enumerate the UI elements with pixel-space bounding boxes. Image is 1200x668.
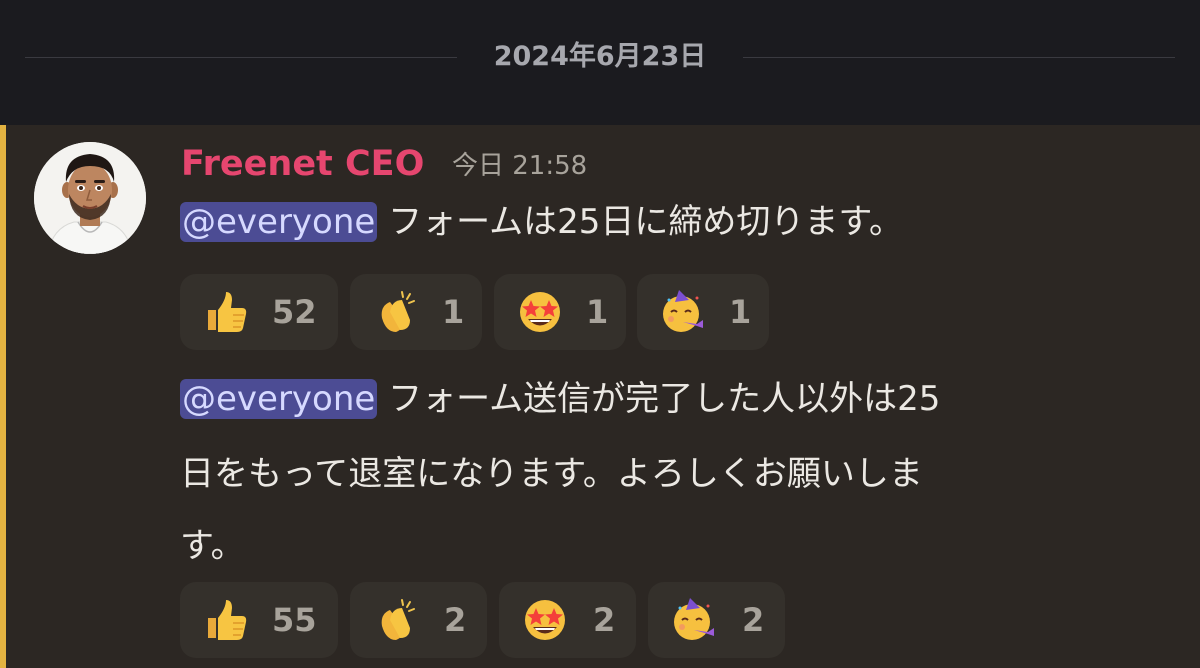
avatar-portrait-icon bbox=[34, 142, 146, 254]
message-2-line-2: 日をもって退室になります。よろしくお願いしま bbox=[180, 451, 923, 497]
partying-face-icon bbox=[674, 598, 714, 640]
avatar[interactable] bbox=[34, 142, 146, 254]
reaction-partying-face[interactable]: 1 bbox=[637, 274, 769, 350]
reaction-count: 2 bbox=[593, 601, 616, 639]
message-1-line-1: @everyone フォームは25日に締め切ります。 bbox=[180, 199, 903, 245]
message-group: Freenet CEO 今日 21:58 @everyone フォームは25日に… bbox=[0, 125, 1200, 668]
divider-line-left bbox=[25, 57, 457, 58]
reaction-thumbs-up[interactable]: 52 bbox=[180, 274, 338, 350]
reaction-count: 1 bbox=[586, 293, 609, 331]
reaction-star-struck[interactable]: 1 bbox=[494, 274, 626, 350]
message-2-line-1: @everyone フォーム送信が完了した人以外は25 bbox=[180, 376, 940, 422]
date-divider-section: 2024年6月23日 bbox=[0, 0, 1200, 125]
mention-everyone[interactable]: @everyone bbox=[180, 202, 378, 242]
reaction-star-struck[interactable]: 2 bbox=[499, 582, 636, 658]
partying-face-icon bbox=[663, 290, 703, 332]
thumbs-up-icon bbox=[208, 292, 247, 332]
reaction-clapping-hands[interactable]: 1 bbox=[350, 274, 482, 350]
message-text: す。 bbox=[180, 526, 245, 566]
mention-highlight-bar bbox=[0, 125, 6, 668]
reaction-clapping-hands[interactable]: 2 bbox=[350, 582, 487, 658]
author-name[interactable]: Freenet CEO bbox=[181, 141, 424, 187]
reaction-thumbs-up[interactable]: 55 bbox=[180, 582, 338, 658]
star-struck-icon bbox=[520, 292, 560, 332]
message-text: フォームは25日に締め切ります。 bbox=[377, 202, 903, 242]
message-2-line-3: す。 bbox=[180, 523, 245, 569]
divider-line-right bbox=[743, 57, 1175, 58]
reaction-count: 55 bbox=[272, 601, 317, 639]
reaction-count: 1 bbox=[729, 293, 752, 331]
message-timestamp: 今日 21:58 bbox=[452, 151, 588, 181]
reaction-count: 52 bbox=[272, 293, 317, 331]
message-text: 日をもって退室になります。よろしくお願いしま bbox=[180, 454, 923, 494]
reaction-partying-face[interactable]: 2 bbox=[648, 582, 785, 658]
star-struck-icon bbox=[525, 600, 565, 640]
thumbs-up-icon bbox=[208, 600, 247, 640]
reaction-count: 2 bbox=[444, 601, 467, 639]
reaction-count: 1 bbox=[442, 293, 465, 331]
clapping-hands-icon bbox=[381, 599, 415, 640]
reaction-count: 2 bbox=[742, 601, 765, 639]
mention-everyone[interactable]: @everyone bbox=[180, 379, 378, 419]
date-divider-label: 2024年6月23日 bbox=[493, 41, 707, 72]
clapping-hands-icon bbox=[381, 291, 415, 332]
message-text: フォーム送信が完了した人以外は25 bbox=[377, 379, 941, 419]
